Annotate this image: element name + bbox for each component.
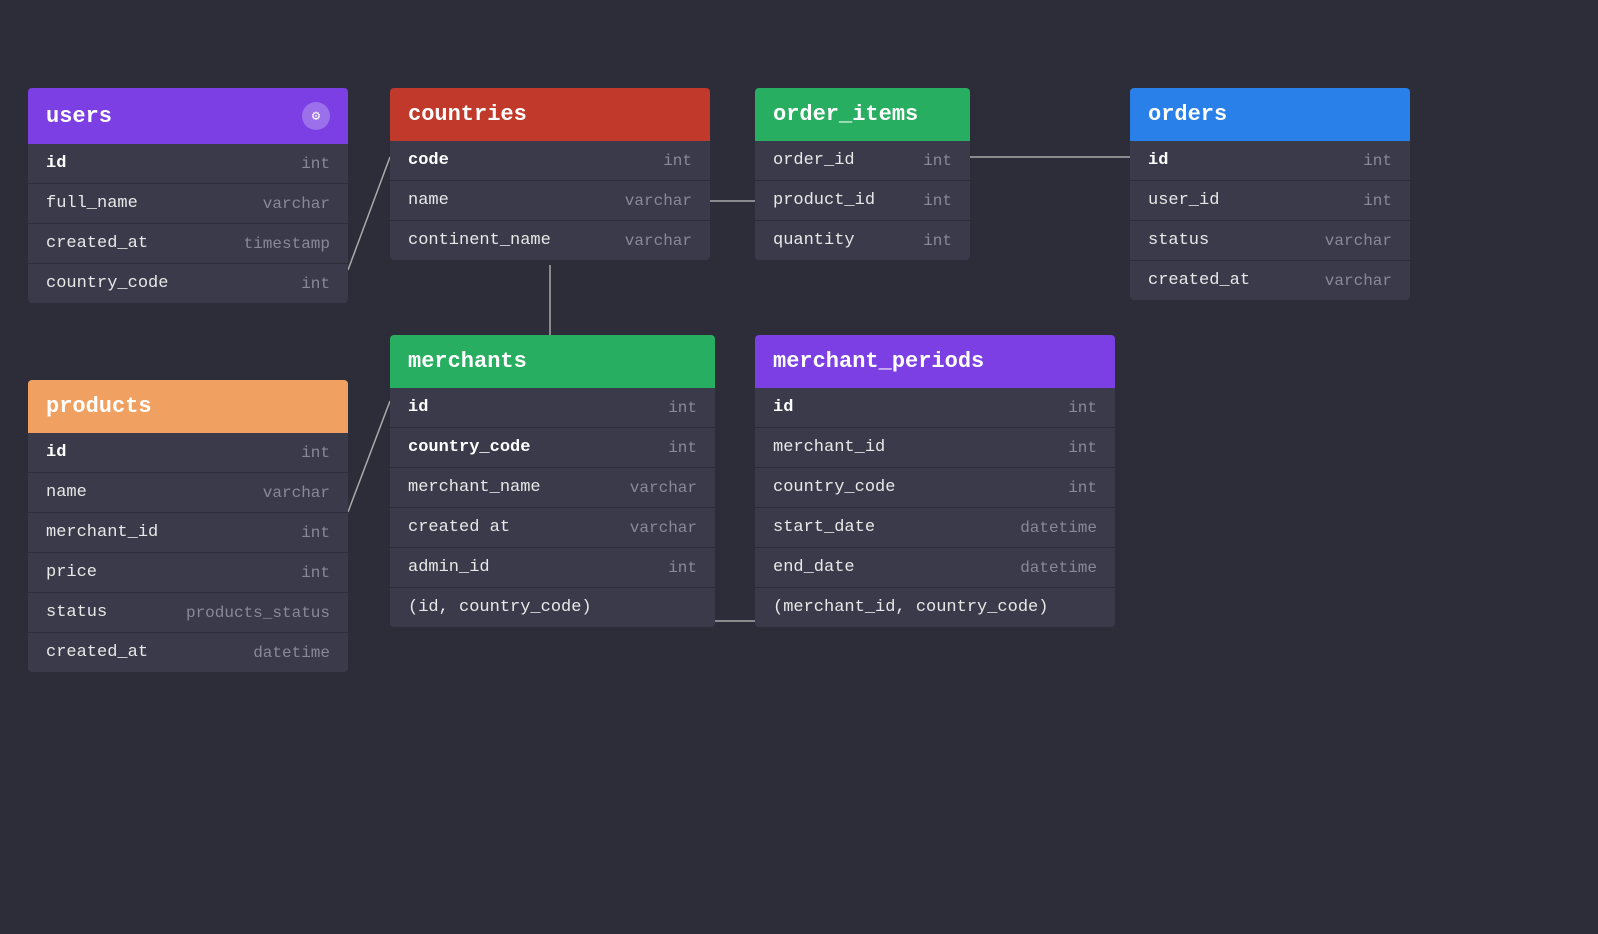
table-row: user_id int [1130, 181, 1410, 221]
table-row: country_code int [755, 468, 1115, 508]
table-merchant-periods-header: merchant_periods [755, 335, 1115, 388]
table-products-header: products [28, 380, 348, 433]
table-row: status varchar [1130, 221, 1410, 261]
table-products-body: id int name varchar merchant_id int pric… [28, 433, 348, 672]
table-row: name varchar [390, 181, 710, 221]
table-row: admin_id int [390, 548, 715, 588]
table-row: created at varchar [390, 508, 715, 548]
table-row: country_code int [28, 264, 348, 303]
table-row: quantity int [755, 221, 970, 260]
table-row: id int [28, 433, 348, 473]
table-row: merchant_name varchar [390, 468, 715, 508]
table-row: id int [390, 388, 715, 428]
table-row: id int [28, 144, 348, 184]
table-merchant-periods[interactable]: merchant_periods id int merchant_id int … [755, 335, 1115, 627]
table-countries[interactable]: countries code int name varchar continen… [390, 88, 710, 260]
table-users-header: users ⚙ [28, 88, 348, 144]
table-order-items-body: order_id int product_id int quantity int [755, 141, 970, 260]
table-order-items-label: order_items [773, 102, 918, 127]
table-row: product_id int [755, 181, 970, 221]
table-row: code int [390, 141, 710, 181]
table-row: id int [1130, 141, 1410, 181]
table-order-items[interactable]: order_items order_id int product_id int … [755, 88, 970, 260]
table-row: created_at varchar [1130, 261, 1410, 300]
table-merchants[interactable]: merchants id int country_code int mercha… [390, 335, 715, 627]
table-merchant-periods-body: id int merchant_id int country_code int … [755, 388, 1115, 627]
table-users-label: users [46, 104, 112, 129]
table-row: merchant_id int [28, 513, 348, 553]
table-merchants-label: merchants [408, 349, 527, 374]
table-row: country_code int [390, 428, 715, 468]
table-row: continent_name varchar [390, 221, 710, 260]
table-orders-label: orders [1148, 102, 1227, 127]
table-row: order_id int [755, 141, 970, 181]
table-row: full_name varchar [28, 184, 348, 224]
table-row: start_date datetime [755, 508, 1115, 548]
table-order-items-header: order_items [755, 88, 970, 141]
table-countries-body: code int name varchar continent_name var… [390, 141, 710, 260]
table-row: (id, country_code) [390, 588, 715, 627]
table-orders-header: orders [1130, 88, 1410, 141]
table-row: created_at datetime [28, 633, 348, 672]
table-countries-header: countries [390, 88, 710, 141]
table-row: id int [755, 388, 1115, 428]
table-products[interactable]: products id int name varchar merchant_id… [28, 380, 348, 672]
table-row: end_date datetime [755, 548, 1115, 588]
table-row: created_at timestamp [28, 224, 348, 264]
table-products-label: products [46, 394, 152, 419]
table-orders[interactable]: orders id int user_id int status varchar… [1130, 88, 1410, 300]
table-merchant-periods-label: merchant_periods [773, 349, 984, 374]
table-row: merchant_id int [755, 428, 1115, 468]
table-row: price int [28, 553, 348, 593]
erd-canvas: users ⚙ id int full_name varchar created… [0, 0, 1598, 934]
table-merchants-body: id int country_code int merchant_name va… [390, 388, 715, 627]
table-users[interactable]: users ⚙ id int full_name varchar created… [28, 88, 348, 303]
table-merchants-header: merchants [390, 335, 715, 388]
table-row: (merchant_id, country_code) [755, 588, 1115, 627]
table-orders-body: id int user_id int status varchar create… [1130, 141, 1410, 300]
table-row: status products_status [28, 593, 348, 633]
table-users-body: id int full_name varchar created_at time… [28, 144, 348, 303]
table-row: name varchar [28, 473, 348, 513]
settings-icon[interactable]: ⚙ [302, 102, 330, 130]
table-countries-label: countries [408, 102, 527, 127]
